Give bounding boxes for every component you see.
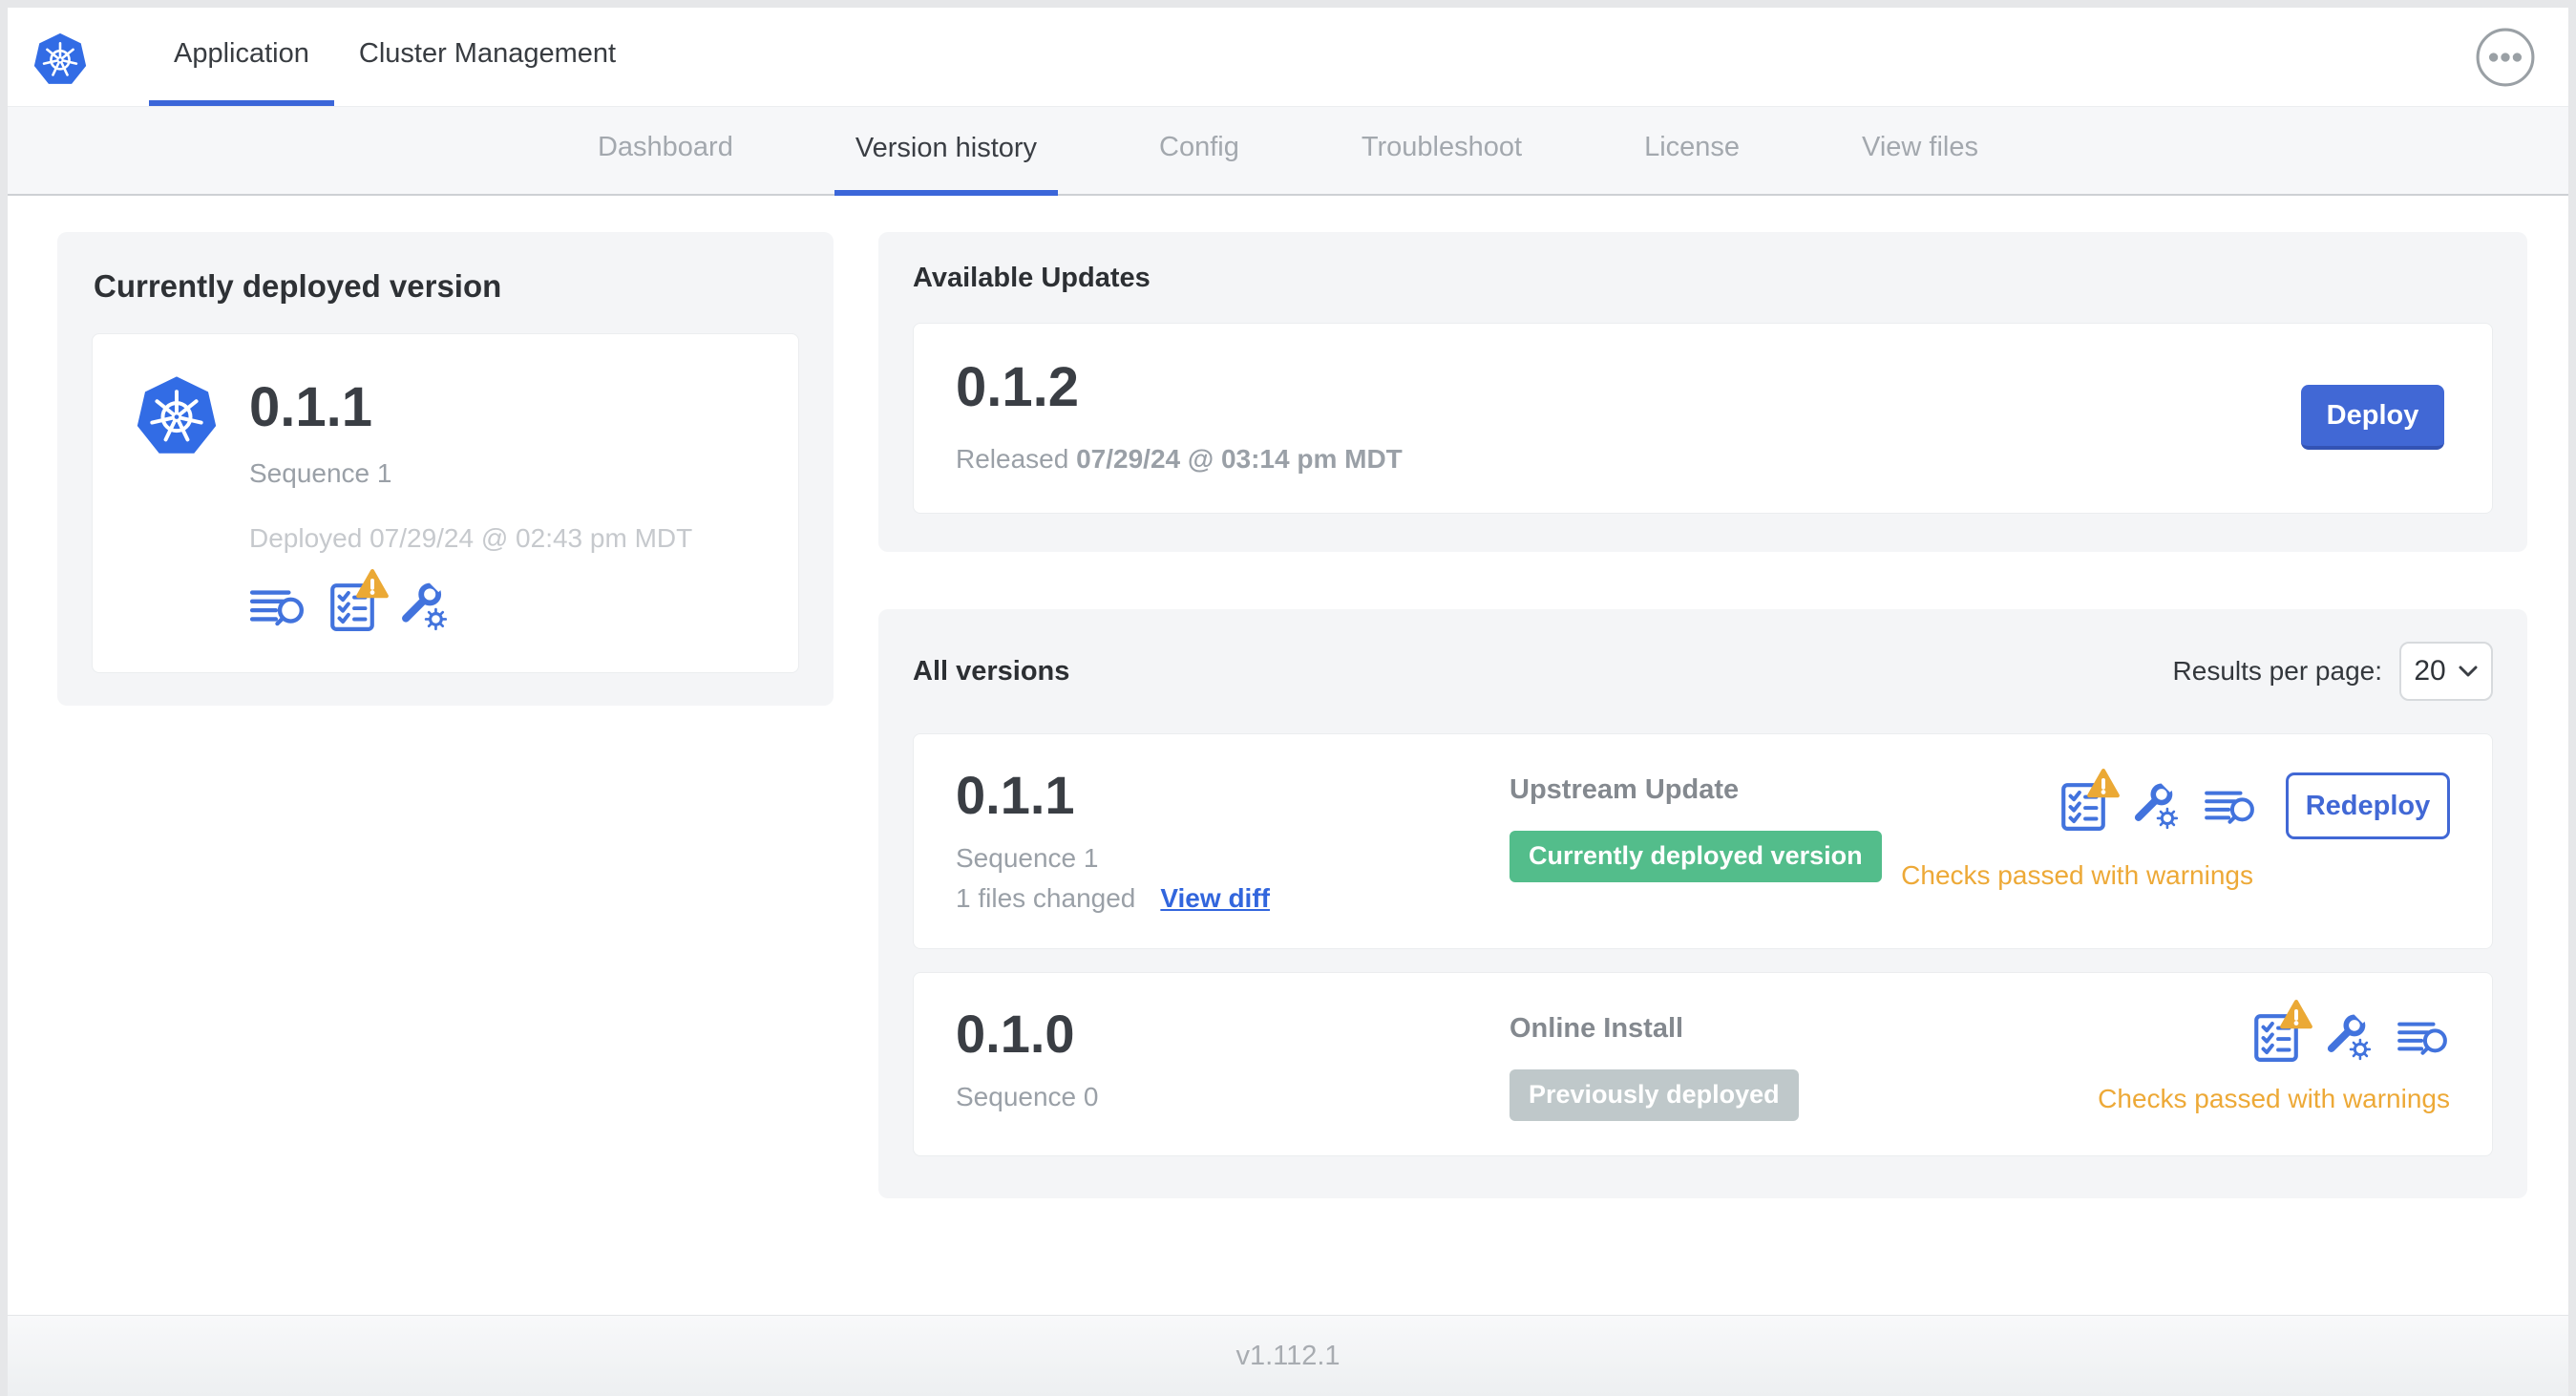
- version-row-left: 0.1.0 Sequence 0: [956, 1007, 1510, 1112]
- row-files-changed: 1 files changed View diff: [956, 883, 1510, 914]
- main-content: Currently deployed version 0.1.1 Sequenc…: [8, 196, 2568, 1315]
- edit-config-icon[interactable]: [2131, 782, 2179, 830]
- release-notes-icon[interactable]: [2397, 1017, 2450, 1057]
- nav-item-dashboard[interactable]: Dashboard: [577, 107, 754, 194]
- right-column: Available Updates 0.1.2 Released 07/29/2…: [878, 232, 2527, 1198]
- released-label: Released: [956, 444, 1069, 474]
- tab-application[interactable]: Application: [149, 8, 334, 106]
- currently-deployed-panel: Currently deployed version 0.1.1 Sequenc…: [57, 232, 834, 706]
- files-changed-label: 1 files changed: [956, 883, 1136, 913]
- released-date: 07/29/24 @ 03:14 pm MDT: [1076, 444, 1403, 474]
- app-subnav: Dashboard Version history Config Trouble…: [8, 107, 2568, 196]
- row-source-label: Online Install: [1510, 1013, 1684, 1044]
- version-row-middle: Online Install Previously deployed: [1510, 1007, 2098, 1121]
- deployed-sequence: Sequence 1: [249, 458, 392, 488]
- nav-item-version-history[interactable]: Version history: [834, 107, 1059, 196]
- results-per-page-label: Results per page:: [2172, 656, 2382, 686]
- admin-console-version: v1.112.1: [1235, 1340, 1341, 1371]
- row-version-number: 0.1.0: [956, 1004, 1075, 1064]
- warning-triangle-icon: [2280, 1000, 2312, 1029]
- update-info: 0.1.2 Released 07/29/24 @ 03:14 pm MDT: [956, 360, 1403, 475]
- release-notes-icon[interactable]: [2204, 786, 2257, 826]
- row-source-label: Upstream Update: [1510, 774, 1740, 805]
- overflow-menu-button[interactable]: [2475, 27, 2536, 88]
- available-update-card: 0.1.2 Released 07/29/24 @ 03:14 pm MDT D…: [913, 323, 2493, 514]
- results-per-page-value: 20: [2414, 655, 2446, 687]
- version-row-0-1-1: 0.1.1 Sequence 1 1 files changed View di…: [913, 733, 2493, 949]
- results-per-page: Results per page: 20: [2173, 642, 2493, 701]
- redeploy-button[interactable]: Redeploy: [2286, 772, 2450, 839]
- checks-status-text: Checks passed with warnings: [1901, 860, 2253, 890]
- available-updates-panel: Available Updates 0.1.2 Released 07/29/2…: [878, 232, 2527, 552]
- edit-config-icon[interactable]: [2324, 1013, 2372, 1061]
- preflight-checks-warning-icon[interactable]: [329, 581, 375, 632]
- version-row-right: Redeploy Checks passed with warnings: [1901, 769, 2450, 891]
- available-updates-title: Available Updates: [913, 263, 1151, 293]
- view-diff-link[interactable]: View diff: [1160, 883, 1270, 914]
- deployed-version-info: 0.1.1 Sequence 1 Deployed 07/29/24 @ 02:…: [249, 370, 692, 632]
- version-row-left: 0.1.1 Sequence 1 1 files changed View di…: [956, 769, 1510, 914]
- chevron-down-icon: [2459, 666, 2478, 677]
- preflight-checks-warning-icon[interactable]: [2060, 780, 2106, 832]
- deployed-timestamp: Deployed 07/29/24 @ 02:43 pm MDT: [249, 523, 693, 553]
- kubernetes-logo-icon: [32, 30, 88, 87]
- app-tabs: Application Cluster Management: [149, 8, 641, 106]
- currently-deployed-title: Currently deployed version: [94, 268, 502, 304]
- ellipsis-icon: [2476, 28, 2535, 86]
- deploy-button[interactable]: Deploy: [2301, 385, 2444, 450]
- row-sequence: Sequence 0: [956, 1082, 1099, 1111]
- row-version-number: 0.1.1: [956, 765, 1075, 825]
- left-column: Currently deployed version 0.1.1 Sequenc…: [57, 232, 834, 706]
- deployed-version-card: 0.1.1 Sequence 1 Deployed 07/29/24 @ 02:…: [92, 333, 799, 673]
- row-actions: Redeploy: [2060, 772, 2450, 839]
- app-footer: v1.112.1: [8, 1315, 2568, 1396]
- preflight-checks-warning-icon[interactable]: [2253, 1011, 2299, 1063]
- results-per-page-select[interactable]: 20: [2399, 642, 2493, 701]
- nav-item-config[interactable]: Config: [1138, 107, 1260, 194]
- deployed-version-number: 0.1.1: [249, 376, 372, 438]
- update-released-line: Released 07/29/24 @ 03:14 pm MDT: [956, 444, 1403, 475]
- version-row-right: Checks passed with warnings: [2098, 1007, 2450, 1114]
- top-header: Application Cluster Management: [8, 8, 2568, 107]
- all-versions-title: All versions: [913, 655, 1070, 687]
- all-versions-header: All versions Results per page: 20: [913, 642, 2493, 701]
- app-kubernetes-icon: [135, 370, 219, 458]
- checks-status-text: Checks passed with warnings: [2098, 1084, 2450, 1113]
- tab-cluster-management[interactable]: Cluster Management: [334, 8, 641, 106]
- edit-config-icon[interactable]: [398, 582, 448, 631]
- nav-item-license[interactable]: License: [1623, 107, 1761, 194]
- update-version-number: 0.1.2: [956, 356, 1079, 418]
- version-row-middle: Upstream Update Currently deployed versi…: [1510, 769, 1901, 882]
- release-notes-icon[interactable]: [249, 584, 306, 628]
- app-window: Application Cluster Management Dashboard…: [8, 8, 2568, 1396]
- row-actions: [2253, 1011, 2450, 1063]
- row-sequence: Sequence 1: [956, 843, 1099, 873]
- version-row-0-1-0: 0.1.0 Sequence 0 Online Install Previous…: [913, 972, 2493, 1156]
- nav-item-view-files[interactable]: View files: [1841, 107, 1999, 194]
- previously-deployed-badge: Previously deployed: [1510, 1069, 1799, 1121]
- warning-triangle-icon: [356, 569, 389, 599]
- nav-item-troubleshoot[interactable]: Troubleshoot: [1341, 107, 1543, 194]
- all-versions-panel: All versions Results per page: 20 0.1.1 …: [878, 609, 2527, 1198]
- warning-triangle-icon: [2087, 769, 2120, 798]
- currently-deployed-badge: Currently deployed version: [1510, 831, 1882, 882]
- deployed-icon-row: [249, 581, 692, 632]
